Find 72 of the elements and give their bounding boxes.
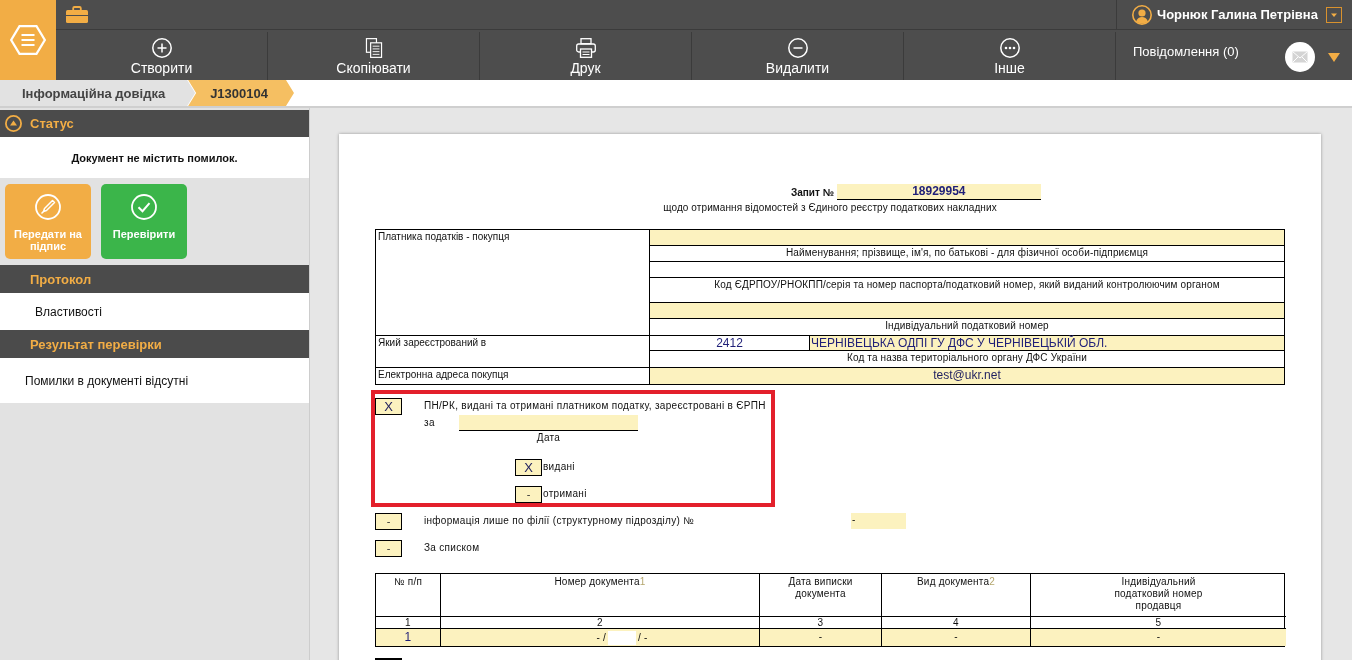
column-number: 1 — [405, 617, 411, 628]
menu-icon — [10, 25, 46, 55]
mail-icon[interactable] — [1285, 42, 1315, 72]
column-header: Вид документа2 — [917, 576, 995, 588]
column-number: 2 — [597, 617, 603, 628]
ellipsis-circle-icon — [999, 38, 1020, 58]
document-number-part: / - — [638, 630, 648, 645]
plus-circle-icon — [151, 38, 172, 58]
column-header: Дата виписки документа — [787, 576, 854, 600]
checkbox[interactable]: X — [515, 459, 542, 476]
properties-link[interactable]: Властивості — [35, 304, 102, 319]
input-field[interactable]: test@ukr.net — [650, 368, 1284, 384]
field-label: Який зареєстрований в — [378, 337, 487, 348]
check-icon — [131, 194, 157, 220]
date-caption: Дата — [535, 431, 562, 444]
field-label: Електронна адреса покупця — [378, 369, 509, 380]
field-caption: Індивідуальний податковий номер — [885, 320, 1049, 331]
column-number: 5 — [1155, 617, 1162, 628]
input-field[interactable]: ЧЕРНІВЕЦЬКА ОДПІ ГУ ДФС У ЧЕРНІВЕЦЬКІЙ ОБЛ. — [810, 336, 1284, 350]
section-title: Статус — [30, 116, 74, 131]
breadcrumb-tab[interactable]: J1300104 — [188, 80, 294, 106]
checkbox[interactable]: - — [375, 540, 402, 557]
documents-icon — [364, 38, 383, 58]
request-subtitle: щодо отримання відомостей з Єдиного реєстру податкових накладних — [663, 202, 997, 213]
input-field[interactable] — [650, 230, 1284, 246]
caret-icon[interactable] — [1328, 52, 1340, 62]
pen-icon — [35, 194, 61, 220]
option-label: видані — [543, 460, 575, 473]
checkbox[interactable]: - — [375, 513, 402, 530]
request-number-field[interactable]: 18929954 — [836, 184, 1041, 200]
checkbox[interactable]: X — [375, 398, 402, 415]
input-field[interactable] — [650, 303, 1284, 319]
section-title: Протокол — [30, 271, 92, 287]
collapse-icon[interactable] — [5, 115, 22, 132]
briefcase-icon[interactable] — [66, 6, 88, 23]
column-header: № п/п — [393, 576, 423, 588]
period-label: за — [424, 416, 436, 430]
section-title: Результат перевірки — [30, 336, 162, 352]
user-name[interactable]: Чорнюк Галина Петрівна — [1157, 7, 1318, 22]
column-number: 4 — [953, 617, 959, 628]
option-label: отримані — [543, 487, 587, 500]
option-text: інформація лише по філії (структурному підрозділу) № — [424, 514, 696, 527]
table-cell: - — [954, 631, 958, 642]
table-cell: - — [818, 631, 823, 642]
status-message: Документ не містить помилок. — [71, 151, 238, 164]
section-header[interactable]: Статус — [0, 110, 309, 137]
printer-icon — [575, 38, 596, 58]
section-header[interactable]: Протокол — [0, 265, 309, 293]
table-cell: - — [1156, 631, 1161, 642]
column-header: Номер документа1 — [554, 576, 646, 588]
result-message: Помилки в документі відсутні — [25, 373, 189, 388]
notifications-link[interactable]: Повідомлення (0) — [1133, 43, 1239, 59]
field-caption: Код ЄДРПОУ/РНОКПП/серія та номер паспорта/податковий номер, який виданий контролюючим органом — [714, 279, 1220, 290]
row-number: 1 — [404, 630, 412, 644]
section-header[interactable]: Результат перевірки — [0, 330, 309, 358]
field-caption: Найменування; прізвище, ім'я, по батькові - для фізичної особи-підприємця — [785, 247, 1149, 258]
user-avatar-icon — [1132, 4, 1152, 25]
column-number: 3 — [817, 617, 824, 628]
input-field[interactable] — [608, 630, 636, 645]
dropdown-icon[interactable] — [1326, 6, 1342, 23]
option-text: За списком — [424, 541, 481, 554]
field-caption: Код та назва територіального органу ДФС України — [846, 352, 1087, 363]
column-header: Індивідуальний податковий номер продавця — [1113, 576, 1204, 612]
document-number-part: - / — [596, 630, 606, 645]
field-label: Платника податків - покупця — [378, 231, 510, 242]
minus-circle-icon — [787, 38, 808, 58]
checkbox[interactable]: - — [515, 486, 542, 503]
breadcrumb-tab[interactable]: Інформаційна довідка — [0, 80, 196, 106]
date-field[interactable] — [459, 415, 638, 431]
branch-number-field[interactable]: - — [851, 513, 906, 529]
request-label: Запит № — [791, 186, 834, 198]
option-text: ПН/РК, видані та отримані платником податку, зареєстровані в ЄРПН — [424, 399, 766, 412]
